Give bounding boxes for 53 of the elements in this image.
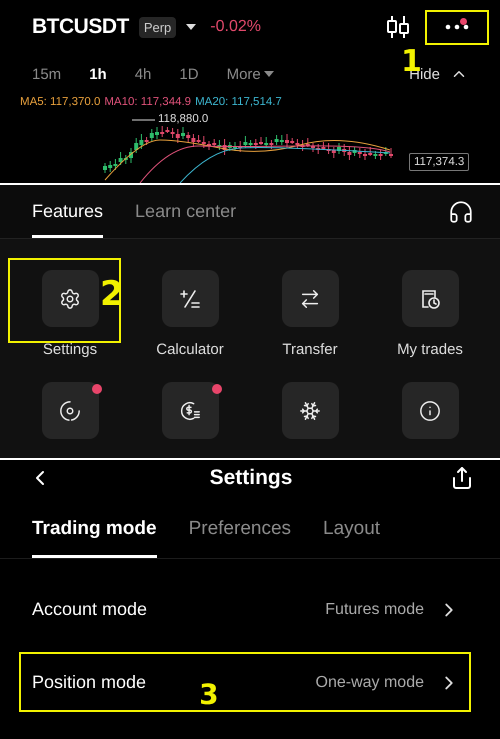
settings-row[interactable]: Position mode 3 One-way mode xyxy=(0,646,500,719)
plus-minus-icon xyxy=(179,288,201,310)
gauge-icon xyxy=(59,400,81,422)
feature-tile[interactable] xyxy=(162,270,218,327)
dropdown-caret-icon[interactable] xyxy=(186,24,196,30)
row-value: One-way mode xyxy=(316,674,424,692)
page-title: Settings xyxy=(208,466,294,490)
feature-tile[interactable] xyxy=(42,270,98,327)
feature-tile[interactable] xyxy=(282,270,338,327)
feature-tile[interactable] xyxy=(42,382,98,439)
contract-badge: Perp xyxy=(138,16,176,38)
caret-icon xyxy=(264,71,274,77)
feature-label: Transfer xyxy=(282,341,338,358)
share-button[interactable] xyxy=(450,466,474,490)
dollar-list-icon xyxy=(179,400,201,422)
feature-label: Settings xyxy=(42,341,98,358)
feature-tile[interactable] xyxy=(402,270,458,327)
document-clock-icon xyxy=(419,288,441,310)
price-change: -0.02% xyxy=(210,18,261,36)
feature-tile[interactable] xyxy=(162,382,218,439)
interval-tab[interactable]: 1h xyxy=(89,66,107,82)
settings-row[interactable]: Account mode Futures mode xyxy=(0,573,500,646)
high-price-label: 118,880.0 xyxy=(158,113,208,125)
moving-average-value: MA20: 117,514.7 xyxy=(195,96,282,108)
feature-label: Calculator xyxy=(156,341,224,358)
feature-label: My trades xyxy=(397,341,463,358)
step-number: 3 xyxy=(199,678,219,711)
interval-tab[interactable]: 15m xyxy=(32,66,62,82)
symbol-title: BTCUSDT xyxy=(32,15,129,39)
settings-tab[interactable]: Layout xyxy=(323,496,380,558)
candlestick-icon[interactable] xyxy=(385,14,411,40)
info-icon xyxy=(419,400,441,422)
interval-tab[interactable]: More xyxy=(226,66,274,82)
moving-average-value: MA5: 117,370.0 xyxy=(20,96,100,108)
row-value: Futures mode xyxy=(325,600,424,618)
feature-tile[interactable] xyxy=(402,382,458,439)
moving-average-value: MA10: 117,344.9 xyxy=(104,96,192,108)
settings-icon xyxy=(59,288,81,310)
settings-tab[interactable]: Preferences xyxy=(188,496,292,558)
headset-icon[interactable] xyxy=(448,198,474,224)
share-icon xyxy=(450,466,474,490)
transfer-icon xyxy=(299,288,321,310)
more-icon xyxy=(445,24,469,30)
panel-tab[interactable]: Learn center xyxy=(135,185,236,238)
row-label: Account mode xyxy=(32,599,148,620)
last-price-tag: 117,374.3 xyxy=(409,153,470,171)
settings-tab[interactable]: Trading mode xyxy=(32,496,157,558)
feature-tile[interactable] xyxy=(282,382,338,439)
panel-tab[interactable]: Features xyxy=(32,185,104,238)
interval-tab[interactable]: 4h xyxy=(134,66,152,82)
interval-tab[interactable]: 1D xyxy=(179,66,199,82)
row-label: Position mode xyxy=(32,672,146,693)
snowflake-icon xyxy=(299,400,321,422)
